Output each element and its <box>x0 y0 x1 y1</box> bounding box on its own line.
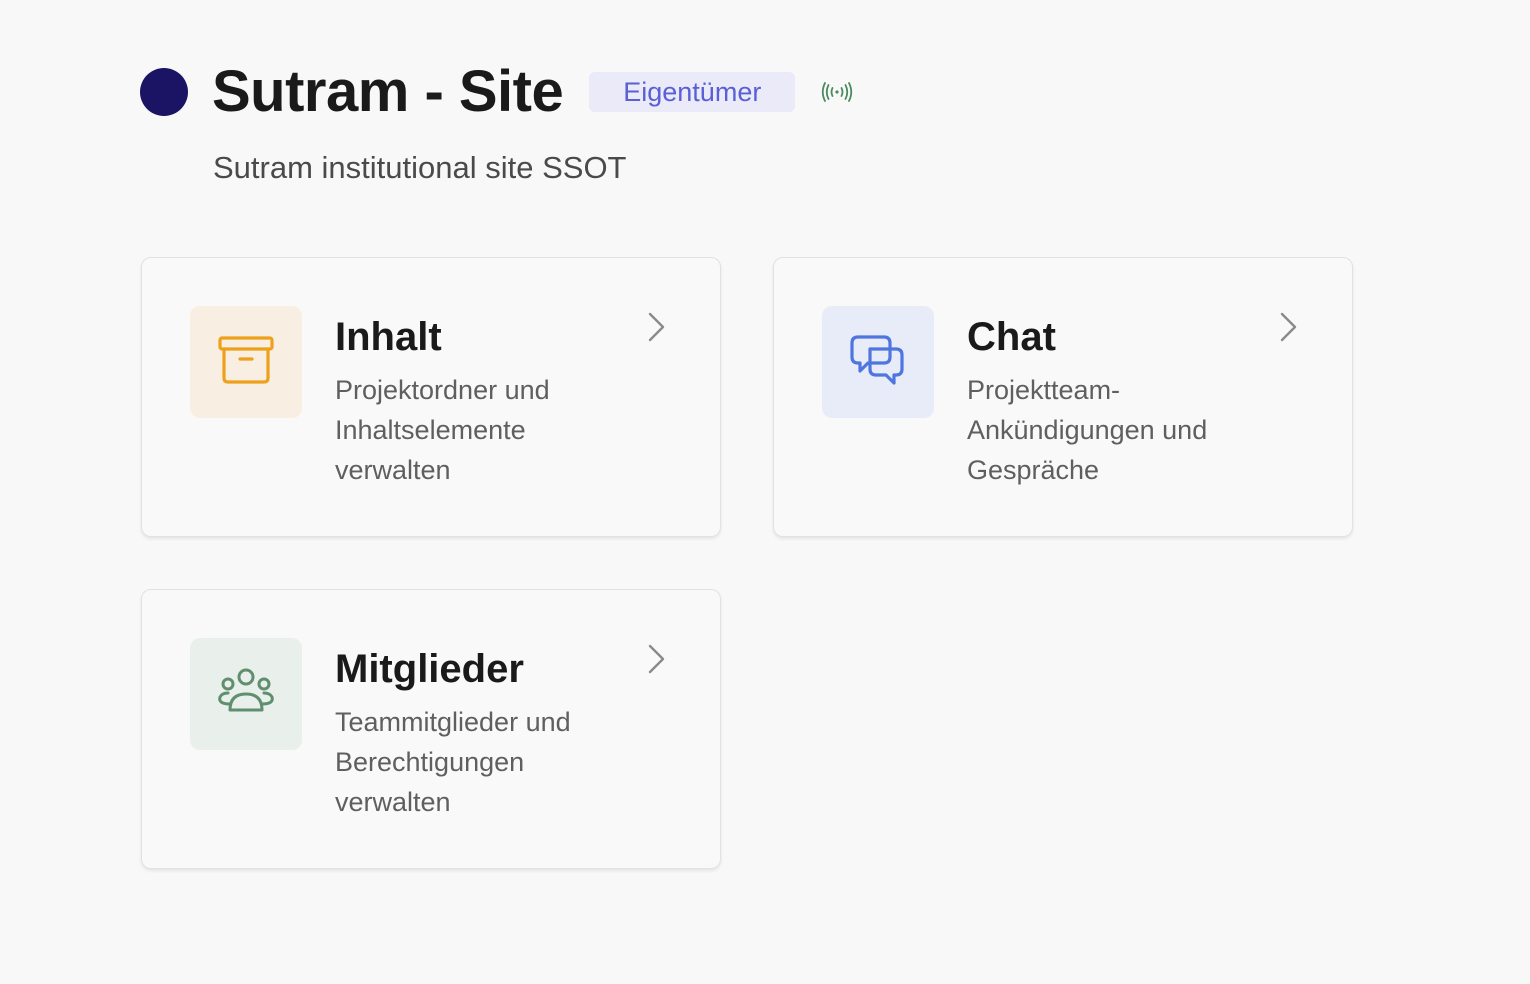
card-description: Projektteam-Ankündigungen und Gespräche <box>967 375 1208 485</box>
card-title: Inhalt <box>335 315 442 359</box>
page-header: Sutram - Site Eigentümer <box>140 56 853 128</box>
card-title: Chat <box>967 315 1056 359</box>
page-subtitle: Sutram institutional site SSOT <box>213 150 627 185</box>
chevron-right-icon <box>644 642 668 676</box>
role-badge: Eigentümer <box>589 72 796 112</box>
chevron-right-icon <box>1276 310 1300 344</box>
users-group-icon <box>190 638 302 750</box>
card-inhalt[interactable]: Inhalt Projektordner und Inhaltselemente… <box>141 257 721 537</box>
card-description: Projektordner und Inhaltselemente verwal… <box>335 375 550 485</box>
site-avatar <box>140 68 188 116</box>
page-title: Sutram - Site <box>212 59 564 124</box>
card-mitglieder[interactable]: Mitglieder Teammitglieder und Berechtigu… <box>141 589 721 869</box>
chevron-right-icon <box>644 310 668 344</box>
card-chat[interactable]: Chat Projektteam-Ankündigungen und Gespr… <box>773 257 1353 537</box>
chat-bubbles-icon <box>822 306 934 418</box>
card-description: Teammitglieder und Berechtigungen verwal… <box>335 707 571 817</box>
live-broadcast-icon <box>821 80 853 104</box>
archive-box-icon <box>190 306 302 418</box>
card-title: Mitglieder <box>335 647 524 691</box>
page: Sutram - Site Eigentümer Sutram institut… <box>0 0 1530 984</box>
